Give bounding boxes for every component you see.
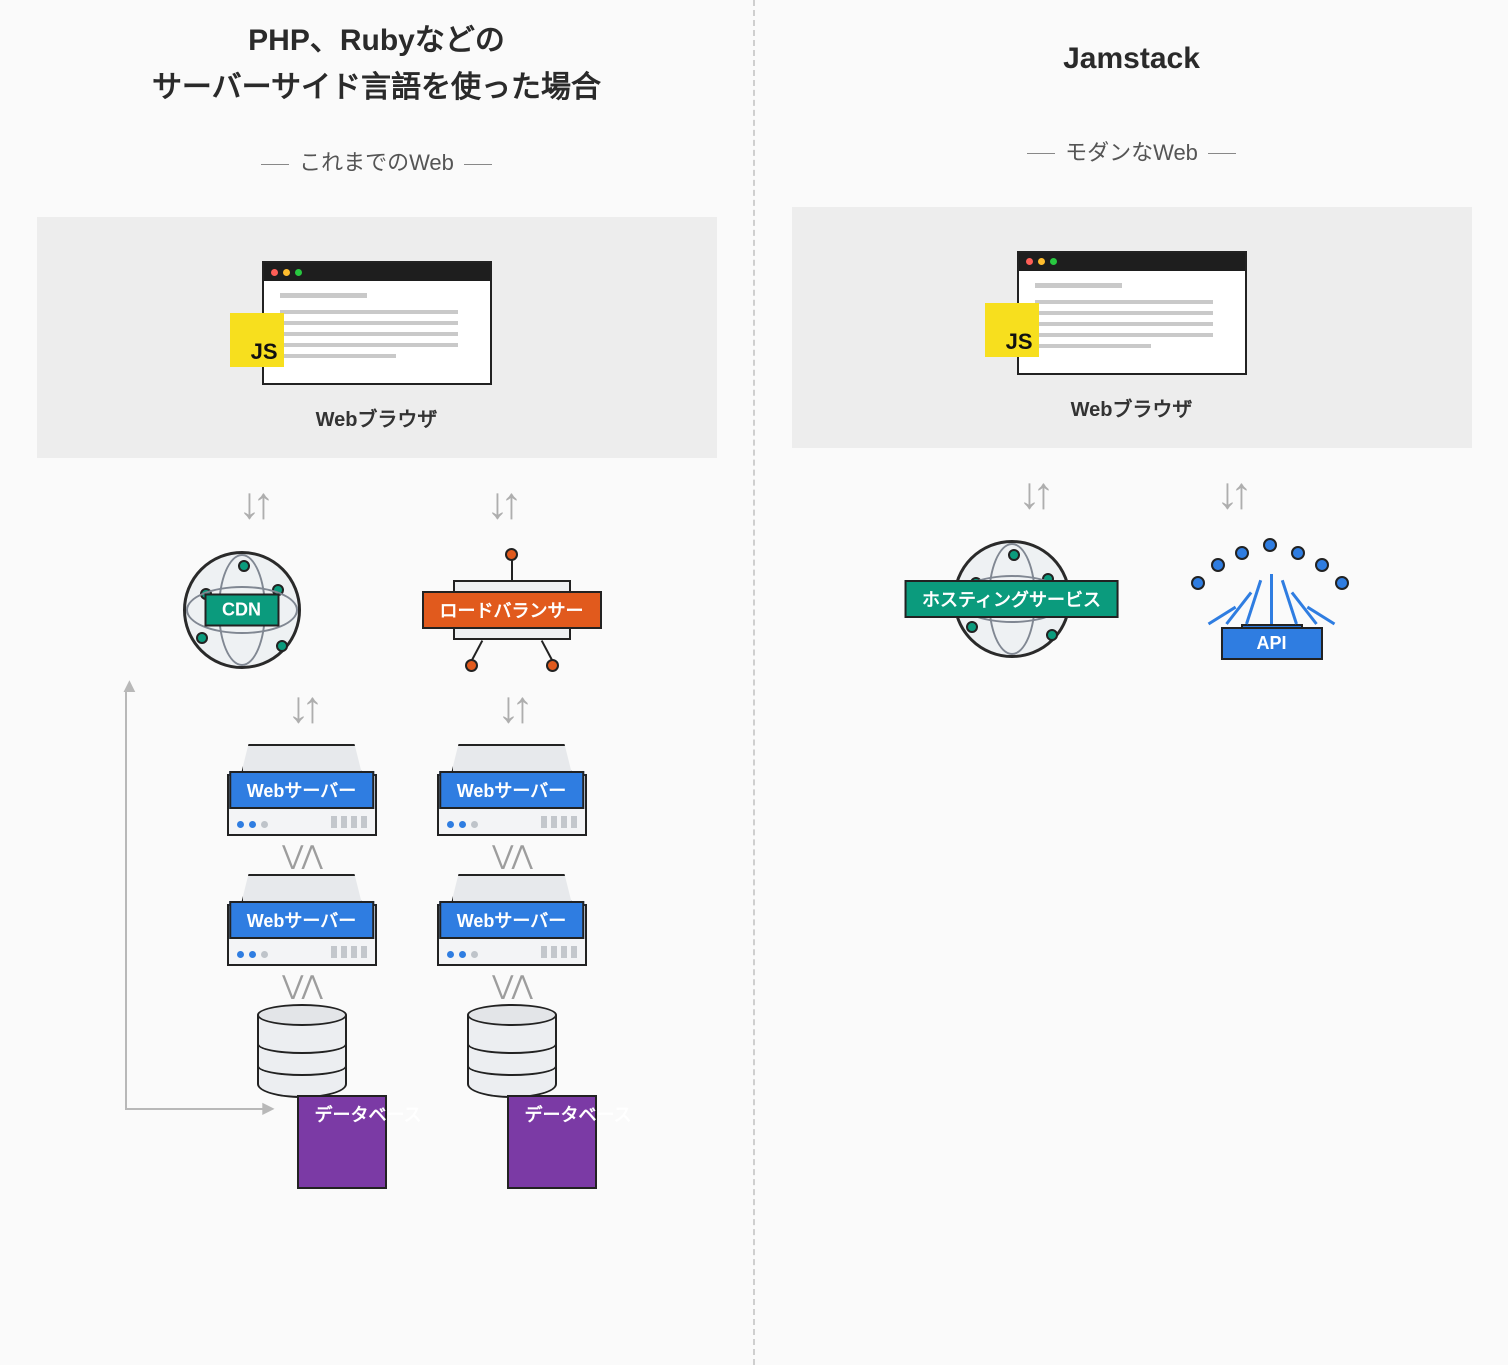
browser-window-icon	[1017, 251, 1247, 375]
left-subtitle: これまでのWeb	[152, 145, 601, 177]
vchevron-icon: ⋁⋀	[217, 972, 387, 998]
vchevron-icon: ⋁⋀	[217, 842, 387, 868]
database-node: データベース	[427, 1004, 597, 1192]
web-server-node: Webサーバー	[427, 874, 597, 966]
web-server-label: Webサーバー	[439, 771, 585, 809]
updown-arrows-icon: ↓↑	[487, 482, 515, 526]
right-browser-panel: JS Webブラウザ	[792, 207, 1472, 448]
updown-arrows-icon: ↓↑	[239, 482, 267, 526]
right-headings: Jamstack モダンなWeb	[1017, 0, 1246, 177]
right-title: Jamstack	[1017, 18, 1246, 83]
database-label: データベース	[507, 1095, 597, 1189]
web-server-label: Webサーバー	[439, 901, 585, 939]
hosting-node: ホスティングサービス	[897, 540, 1127, 658]
database-icon	[467, 1004, 557, 1098]
updown-arrows-icon: ↓↑	[427, 686, 597, 730]
web-server-label: Webサーバー	[229, 771, 375, 809]
js-badge-icon: JS	[230, 313, 284, 367]
updown-arrows-icon: ↓↑	[217, 686, 387, 730]
right-subtitle: モダンなWeb	[1017, 135, 1246, 167]
backbone-arrow-icon: ▲	[125, 690, 127, 1110]
web-server-node: Webサーバー	[427, 744, 597, 836]
left-browser-panel: JS Webブラウザ	[37, 217, 717, 458]
database-icon	[257, 1004, 347, 1098]
database-node: データベース	[217, 1004, 387, 1192]
browser-window-icon	[262, 261, 492, 385]
column-jamstack: Jamstack モダンなWeb JS Webブラウザ	[755, 0, 1508, 1365]
web-server-label: Webサーバー	[229, 901, 375, 939]
column-traditional: PHP、Rubyなどの サーバーサイド言語を使った場合 これまでのWeb JS	[0, 0, 755, 1365]
web-server-node: Webサーバー	[217, 744, 387, 836]
comparison-diagram: PHP、Rubyなどの サーバーサイド言語を使った場合 これまでのWeb JS	[0, 0, 1508, 1365]
arrows-row-right: ↓↑ ↓↑	[792, 472, 1472, 516]
arrows-row-1: ↓↑ ↓↑	[37, 482, 717, 526]
vchevron-icon: ⋁⋀	[427, 842, 597, 868]
left-browser-label: Webブラウザ	[316, 403, 438, 432]
load-balancer-node: ロードバランサー	[417, 550, 607, 670]
database-label: データベース	[297, 1095, 387, 1189]
cdn-label: CDN	[204, 594, 279, 627]
js-badge-icon: JS	[985, 303, 1039, 357]
web-server-node: Webサーバー	[217, 874, 387, 966]
left-headings: PHP、Rubyなどの サーバーサイド言語を使った場合 これまでのWeb	[152, 0, 601, 187]
updown-arrows-icon: ↓↑	[1217, 472, 1245, 516]
vchevron-icon: ⋁⋀	[427, 972, 597, 998]
hosting-label: ホスティングサービス	[904, 580, 1119, 618]
api-label: API	[1220, 627, 1322, 660]
right-browser-label: Webブラウザ	[1071, 393, 1193, 422]
load-balancer-label: ロードバランサー	[422, 591, 602, 629]
updown-arrows-icon: ↓↑	[1019, 472, 1047, 516]
api-node: API	[1177, 544, 1367, 654]
left-title: PHP、Rubyなどの サーバーサイド言語を使った場合	[152, 18, 601, 111]
cdn-node: CDN	[147, 551, 337, 669]
